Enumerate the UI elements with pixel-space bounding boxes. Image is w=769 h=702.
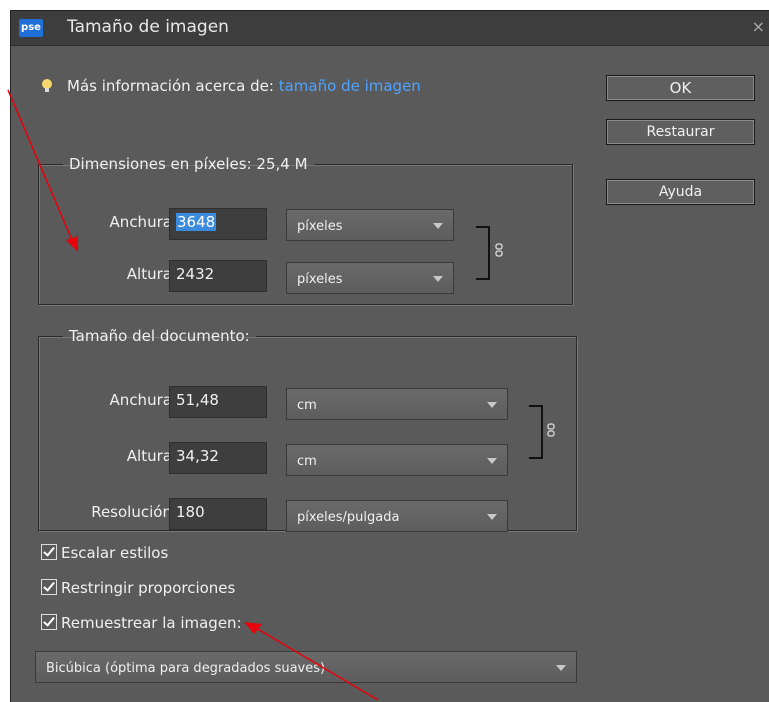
dialog-title: Tamaño de imagen — [67, 17, 229, 37]
document-size-group: Tamaño del documento: Anchura: 51,48 cm … — [38, 327, 577, 532]
help-link[interactable]: tamaño de imagen — [279, 77, 421, 95]
lightbulb-icon — [42, 79, 52, 92]
pixel-width-unit-dropdown[interactable]: píxeles — [286, 209, 454, 241]
checkbox-checked-icon[interactable] — [41, 544, 57, 560]
doc-width-unit: cm — [297, 398, 317, 413]
resample-checkbox[interactable]: Remuestrear la imagen: — [41, 614, 242, 632]
pixel-height-unit-dropdown[interactable]: píxeles — [286, 262, 454, 294]
chevron-down-icon — [487, 514, 497, 520]
resolution-unit-dropdown[interactable]: píxeles/pulgada — [286, 500, 508, 532]
app-logo: pse — [19, 19, 43, 37]
pixel-dimensions-group: Dimensiones en píxeles: 25,4 M Anchura: … — [38, 155, 573, 305]
resample-label: Remuestrear la imagen: — [61, 614, 242, 632]
document-size-legend: Tamaño del documento: — [69, 327, 250, 345]
chevron-down-icon — [487, 402, 497, 408]
doc-width-label: Anchura: — [109, 391, 177, 409]
checkbox-checked-icon[interactable] — [41, 579, 57, 595]
help-button[interactable]: Ayuda — [606, 179, 755, 205]
pixel-width-input[interactable]: 3648 — [169, 208, 267, 240]
resample-method-dropdown[interactable]: Bicúbica (óptima para degradados suaves) — [35, 651, 577, 683]
ok-button[interactable]: OK — [606, 75, 755, 101]
pixel-width-unit: píxeles — [297, 219, 343, 234]
resolution-label: Resolución: — [91, 503, 177, 521]
pixel-height-label: Altura: — [126, 265, 177, 283]
doc-width-input[interactable]: 51,48 — [169, 386, 267, 418]
doc-height-unit-dropdown[interactable]: cm — [286, 444, 508, 476]
resample-method-value: Bicúbica (óptima para degradados suaves) — [46, 661, 326, 676]
chain-link-icon — [495, 243, 503, 257]
pixel-width-label: Anchura: — [109, 213, 177, 231]
doc-height-unit: cm — [297, 454, 317, 469]
constrain-bracket — [476, 226, 490, 280]
chevron-down-icon — [433, 276, 443, 282]
info-row: Más información acerca de: tamaño de ima… — [41, 77, 421, 95]
pixel-height-input[interactable]: 2432 — [169, 260, 267, 292]
resolution-unit: píxeles/pulgada — [297, 510, 400, 525]
chain-link-icon — [547, 423, 555, 437]
info-prefix: Más información acerca de: — [67, 77, 274, 95]
title-bar[interactable]: pse Tamaño de imagen × — [11, 11, 769, 46]
scale-styles-checkbox[interactable]: Escalar estilos — [41, 544, 168, 562]
resolution-input[interactable]: 180 — [169, 498, 267, 530]
pixel-dimensions-legend: Dimensiones en píxeles: 25,4 M — [69, 155, 308, 173]
doc-height-label: Altura: — [126, 447, 177, 465]
checkbox-checked-icon[interactable] — [41, 614, 57, 630]
chevron-down-icon — [556, 665, 566, 671]
chevron-down-icon — [433, 223, 443, 229]
constrain-proportions-checkbox[interactable]: Restringir proporciones — [41, 579, 235, 597]
chevron-down-icon — [487, 458, 497, 464]
pixel-width-value: 3648 — [176, 213, 217, 231]
close-icon[interactable]: × — [752, 17, 765, 36]
constrain-proportions-label: Restringir proporciones — [61, 579, 236, 597]
reset-button[interactable]: Restaurar — [606, 119, 755, 145]
doc-width-unit-dropdown[interactable]: cm — [286, 388, 508, 420]
image-size-dialog: pse Tamaño de imagen × Más información a… — [10, 10, 769, 702]
constrain-bracket — [529, 405, 543, 459]
scale-styles-label: Escalar estilos — [61, 544, 169, 562]
pixel-height-unit: píxeles — [297, 272, 343, 287]
doc-height-input[interactable]: 34,32 — [169, 442, 267, 474]
